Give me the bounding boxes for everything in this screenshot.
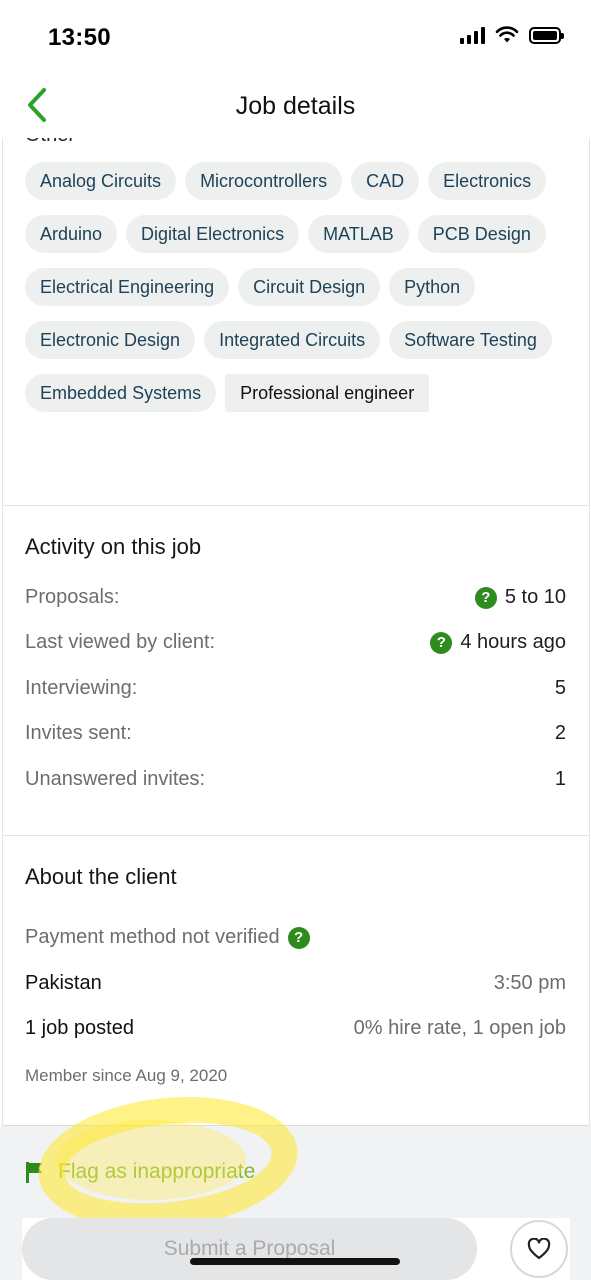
skill-chip[interactable]: Digital Electronics (126, 215, 300, 253)
skill-chip[interactable]: Analog Circuits (25, 162, 177, 200)
battery-icon (529, 26, 564, 44)
action-bar: Submit a Proposal (22, 1218, 570, 1280)
heart-icon (527, 1238, 551, 1260)
client-title: About the client (25, 864, 177, 889)
activity-title: Activity on this job (25, 534, 202, 559)
activity-label: Last viewed by client: (25, 631, 216, 653)
activity-value-text: 5 to 10 (504, 586, 566, 608)
skill-chip[interactable]: Python (389, 268, 476, 306)
skill-chip[interactable]: Software Testing (389, 321, 552, 359)
payment-status-text: Payment method not verified (25, 926, 280, 948)
activity-row-proposals: Proposals: ? 5 to 10 (25, 586, 566, 616)
status-bar: 13:50 (0, 0, 591, 72)
help-icon[interactable]: ? (474, 586, 497, 609)
skill-chip[interactable]: Integrated Circuits (204, 321, 381, 359)
activity-row-unanswered: Unanswered invites: 1 (25, 768, 566, 798)
page-title: Job details (235, 92, 356, 120)
client-member-since: Member since Aug 9, 2020 (25, 1066, 228, 1085)
activity-row-invites-sent: Invites sent: 2 (25, 722, 566, 752)
skill-chip[interactable]: Electrical Engineering (25, 268, 230, 306)
wifi-icon (495, 26, 519, 43)
skill-chip[interactable]: Microcontrollers (185, 162, 343, 200)
activity-value-text: 1 (554, 768, 566, 790)
skill-chip[interactable]: Electronics (428, 162, 547, 200)
skill-chip[interactable]: Embedded Systems (25, 374, 217, 412)
payment-status: Payment method not verified ? (25, 926, 310, 949)
skills-section: Other Analog Circuits Microcontrollers C… (2, 138, 590, 506)
activity-row-last-viewed: Last viewed by client: ? 4 hours ago (25, 631, 566, 661)
skill-chip[interactable]: MATLAB (308, 215, 409, 253)
home-indicator (190, 1258, 400, 1265)
skills-group-label: Other (25, 138, 75, 147)
skills-chip-list: Analog Circuits Microcontrollers CAD Ele… (25, 162, 565, 412)
client-local-time: 3:50 pm (493, 972, 566, 994)
status-time: 13:50 (48, 24, 111, 51)
skill-chip[interactable]: PCB Design (417, 215, 546, 253)
activity-value-text: 4 hours ago (460, 631, 566, 653)
client-section: About the client Payment method not veri… (2, 836, 590, 1126)
client-hire-stats: 0% hire rate, 1 open job (353, 1017, 566, 1039)
activity-label: Proposals: (25, 586, 120, 608)
skill-chip[interactable]: Arduino (25, 215, 118, 253)
flag-icon (26, 1162, 42, 1183)
activity-section: Activity on this job Proposals: ? 5 to 1… (2, 506, 590, 836)
submit-proposal-button[interactable]: Submit a Proposal (22, 1218, 477, 1280)
activity-label: Invites sent: (25, 722, 132, 744)
signal-icon (460, 26, 485, 44)
flag-inappropriate-link[interactable]: Flag as inappropriate (24, 1160, 255, 1184)
activity-label: Interviewing: (25, 677, 138, 699)
help-icon[interactable]: ? (430, 631, 453, 654)
skill-chip-plain: Professional engineer (225, 374, 430, 412)
activity-value: ? 5 to 10 (474, 586, 566, 609)
activity-value: ? 4 hours ago (430, 631, 566, 654)
activity-value-text: 5 (554, 677, 566, 699)
activity-row-interviewing: Interviewing: 5 (25, 677, 566, 707)
client-country: Pakistan (25, 972, 102, 994)
top-navigation: Job details (0, 74, 591, 138)
help-icon[interactable]: ? (287, 926, 310, 949)
flag-inappropriate-label: Flag as inappropriate (58, 1160, 256, 1183)
activity-label: Unanswered invites: (25, 768, 206, 790)
skill-chip[interactable]: Circuit Design (238, 268, 381, 306)
client-jobs-posted: 1 job posted (25, 1017, 134, 1039)
status-icons (460, 26, 564, 44)
activity-value-text: 2 (554, 722, 566, 744)
save-job-button[interactable] (510, 1220, 568, 1278)
skill-chip[interactable]: CAD (351, 162, 420, 200)
skill-chip[interactable]: Electronic Design (25, 321, 196, 359)
